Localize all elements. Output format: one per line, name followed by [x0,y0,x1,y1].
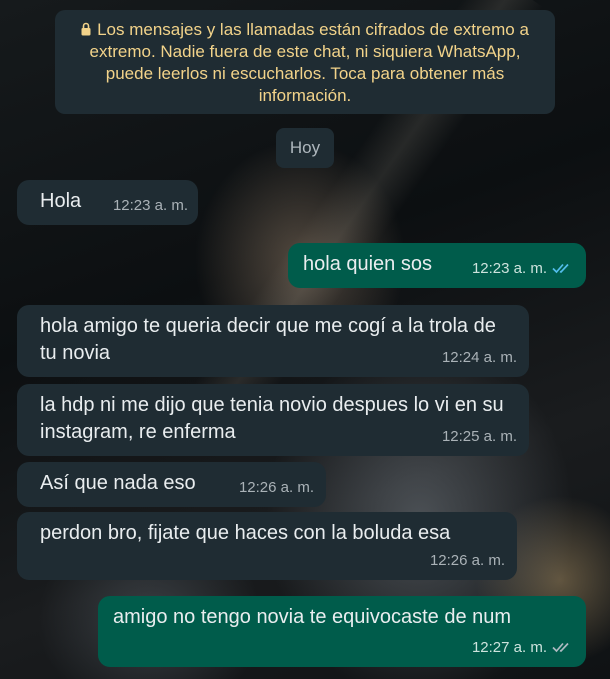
date-chip: Hoy [276,128,334,168]
message-bubble-incoming[interactable]: hola amigo te queria decir que me cogí a… [17,305,529,377]
message-text: perdon bro, fijate que haces con la bolu… [40,522,451,544]
message-time: 12:23 a. m. [471,260,547,277]
message-bubble-outgoing[interactable]: amigo no tengo novia te equivocaste de n… [98,596,586,667]
delivered-double-check-icon [552,642,569,653]
encryption-notice[interactable]: Los mensajes y las llamadas están cifrad… [55,10,555,114]
message-time: 12:26 a. m. [429,552,505,569]
message-bubble-outgoing[interactable]: hola quien sos 12:23 a. m. [288,243,586,288]
message-time-status: 12:27 a. m. [472,634,574,661]
message-text: Así que nada eso [40,472,196,494]
message-text: hola quien sos [303,253,432,275]
message-time: 12:25 a. m. [441,428,517,445]
message-text: amigo no tengo novia te equivocaste de n… [113,606,512,628]
message-time: 12:23 a. m. [112,197,188,214]
message-text: Hola [40,190,82,212]
message-bubble-incoming[interactable]: Hola 12:23 a. m. [17,180,198,225]
message-time: 12:24 a. m. [441,349,517,366]
message-bubble-incoming[interactable]: Así que nada eso 12:26 a. m. [17,462,326,507]
message-text: hola amigo te queria decir que me cogí a… [40,315,496,364]
message-time: 12:27 a. m. [471,639,547,656]
read-double-check-icon [552,263,569,274]
message-bubble-incoming[interactable]: perdon bro, fijate que haces con la bolu… [17,512,517,580]
message-time: 12:26 a. m. [238,479,314,496]
lock-icon [81,22,91,36]
message-text: la hdp ni me dijo que tenia novio despue… [40,394,504,443]
message-bubble-incoming[interactable]: la hdp ni me dijo que tenia novio despue… [17,384,529,456]
encryption-notice-text: Los mensajes y las llamadas están cifrad… [89,20,529,105]
message-time-status: 12:23 a. m. [472,255,574,282]
